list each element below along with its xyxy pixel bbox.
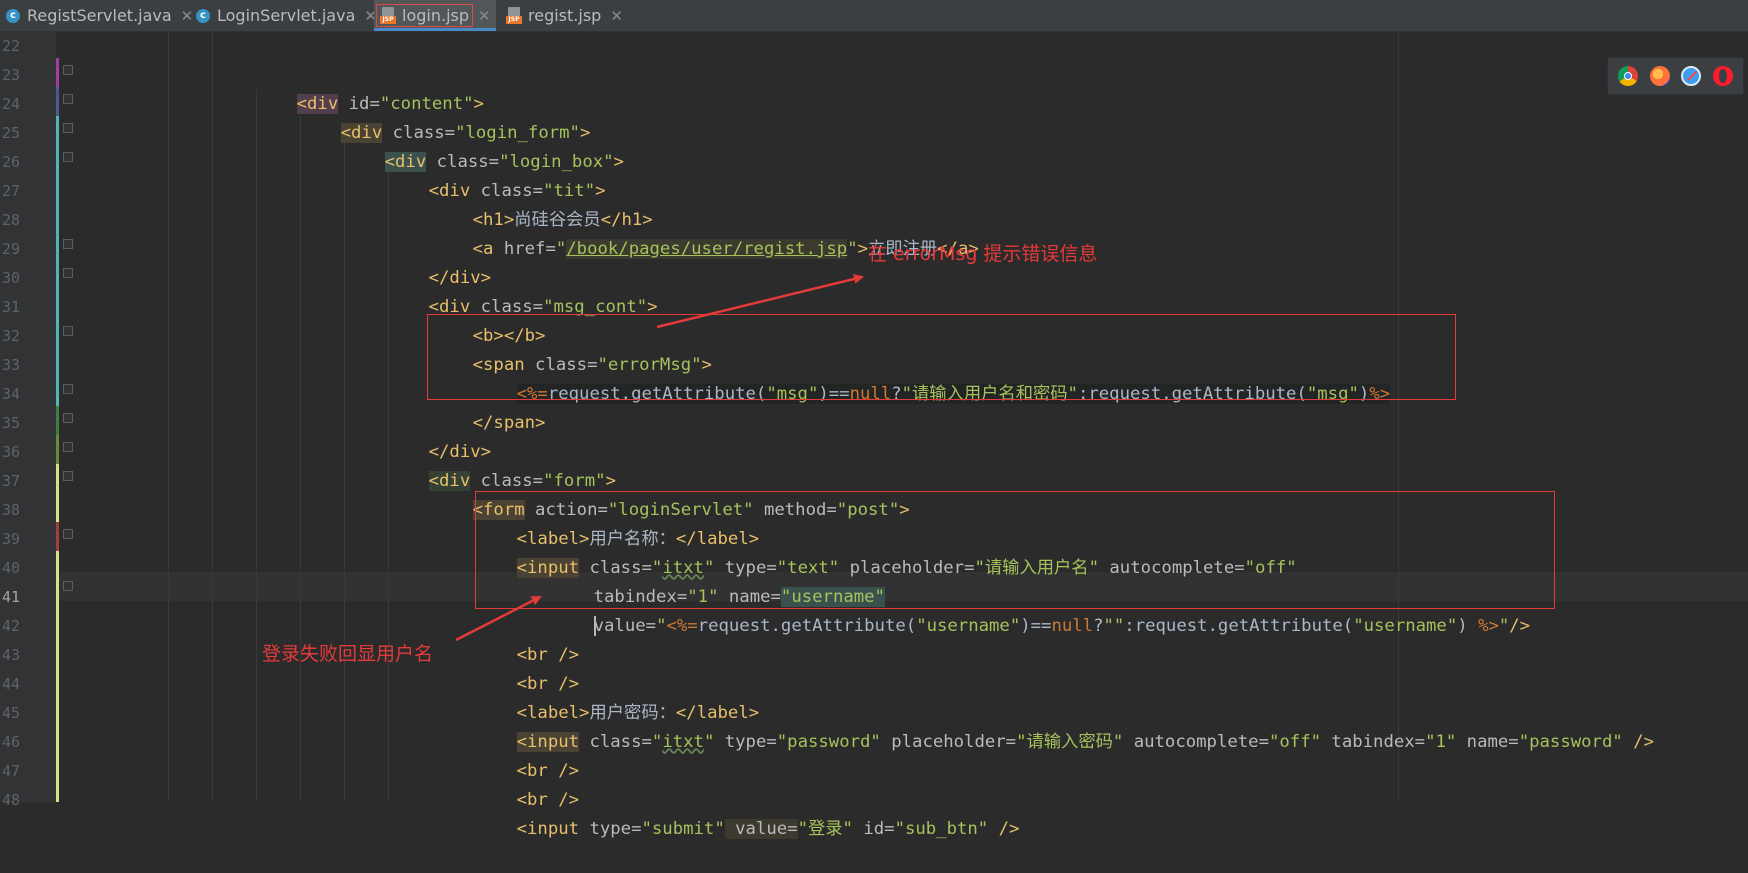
arrow-to-value-line bbox=[455, 595, 542, 642]
username-echo-note: 登录失败回显用户名 bbox=[262, 643, 434, 665]
opera-icon[interactable] bbox=[1713, 66, 1734, 86]
chrome-icon[interactable] bbox=[1617, 66, 1638, 86]
firefox-icon[interactable] bbox=[1649, 66, 1670, 86]
open-in-browser-toolbar bbox=[1607, 57, 1744, 95]
arrow-to-error-note bbox=[656, 274, 864, 329]
annotation-arrows bbox=[455, 274, 864, 642]
error-message-note: 在 errorMsg 提示错误信息 bbox=[868, 243, 1098, 265]
safari-icon[interactable] bbox=[1681, 66, 1702, 86]
